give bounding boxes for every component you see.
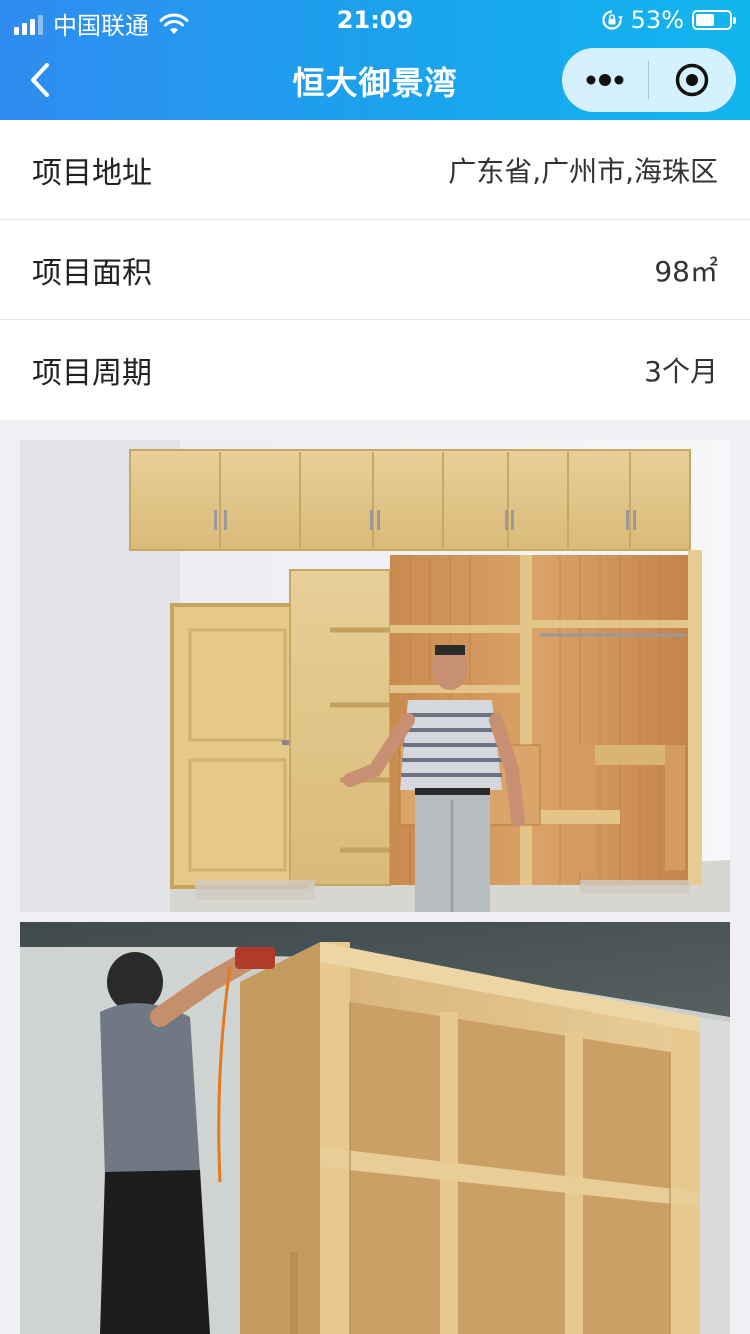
more-dots-icon [586, 74, 624, 86]
info-value: 98㎡ [654, 254, 718, 288]
info-label: 项目面积 [32, 255, 152, 291]
info-value: 3个月 [644, 355, 718, 388]
more-button[interactable] [562, 48, 648, 112]
photo-wardrobe-image [20, 440, 730, 912]
nav-bar: 恒大御景湾 [0, 40, 750, 120]
project-photo-installation[interactable] [20, 922, 730, 1334]
mini-program-capsule [562, 48, 736, 112]
info-label: 项目地址 [32, 155, 152, 191]
battery-percent: 53% [630, 6, 684, 34]
info-row-area: 项目面积 98㎡ [0, 220, 750, 320]
target-close-icon [675, 63, 709, 97]
project-photos [0, 420, 750, 1334]
info-row-period: 项目周期 3个月 [0, 320, 750, 420]
app-header: 中国联通 21:09 53% 恒大御景湾 [0, 0, 750, 120]
status-bar-right: 53% [601, 6, 736, 34]
project-info-list: 项目地址 广东省,广州市,海珠区 项目面积 98㎡ 项目周期 3个月 [0, 120, 750, 420]
project-photo-wardrobe[interactable] [20, 440, 730, 912]
battery-icon [692, 10, 736, 30]
info-value: 广东省,广州市,海珠区 [448, 154, 718, 188]
rotation-lock-icon [602, 10, 623, 30]
status-bar: 中国联通 21:09 53% [0, 0, 750, 40]
close-button[interactable] [649, 48, 735, 112]
photo-installation-image [20, 922, 730, 1334]
info-label: 项目周期 [32, 356, 152, 391]
info-row-address: 项目地址 广东省,广州市,海珠区 [0, 120, 750, 220]
